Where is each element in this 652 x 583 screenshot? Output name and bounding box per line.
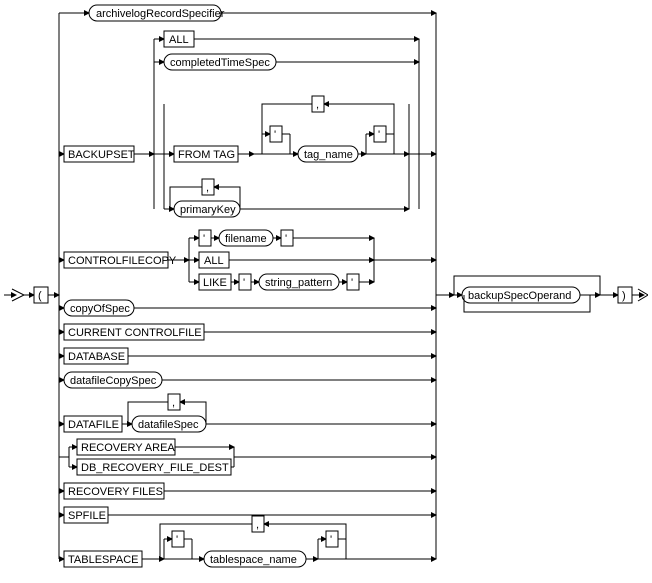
- tag_name-node[interactable]: tag_name: [304, 149, 353, 161]
- quote-5: ': [243, 277, 245, 289]
- tablespace_name-node[interactable]: tablespace_name: [210, 554, 297, 566]
- DATABASE-kw: DATABASE: [68, 351, 125, 363]
- datafileCopySpec-node[interactable]: datafileCopySpec: [70, 375, 157, 387]
- LIKE-kw: LIKE: [203, 277, 227, 289]
- comma-3: ,: [172, 397, 175, 409]
- datafileSpec-node[interactable]: datafileSpec: [138, 419, 199, 431]
- quote-2: ': [378, 129, 380, 141]
- DATAFILE-kw: DATAFILE: [68, 419, 119, 431]
- BACKUPSET-kw: BACKUPSET: [68, 149, 135, 161]
- quote-3: ': [203, 233, 205, 245]
- RECOVERY-FILES-kw: RECOVERY FILES: [68, 486, 163, 498]
- backupSpecOperand-node[interactable]: backupSpecOperand: [468, 290, 571, 302]
- copyOfSpec-node[interactable]: copyOfSpec: [70, 303, 130, 315]
- DB_RECOVERY_FILE_DEST-kw: DB_RECOVERY_FILE_DEST: [81, 462, 229, 474]
- ALL-kw-2: ALL: [204, 255, 224, 267]
- quote-4: ': [285, 233, 287, 245]
- syntax-diagram: ( archivelogRecordSpecifier BACKUPSET AL…: [4, 4, 648, 579]
- completedTimeSpec-node[interactable]: completedTimeSpec: [170, 57, 270, 69]
- FROM-TAG-kw: FROM TAG: [178, 149, 235, 161]
- ALL-kw-1: ALL: [169, 34, 189, 46]
- quote-1: ': [274, 129, 276, 141]
- open-paren: (: [38, 290, 42, 302]
- CURRENT-CONTROLFILE-kw: CURRENT CONTROLFILE: [68, 327, 202, 339]
- filename-node[interactable]: filename: [225, 233, 267, 245]
- quote-6: ': [351, 277, 353, 289]
- TABLESPACE-kw: TABLESPACE: [68, 554, 139, 566]
- archivelogRecordSpecifier-node[interactable]: archivelogRecordSpecifier: [96, 8, 225, 20]
- quote-8: ': [330, 534, 332, 546]
- SPFILE-kw: SPFILE: [68, 510, 106, 522]
- close-paren: ): [622, 290, 626, 302]
- RECOVERY-AREA-kw: RECOVERY AREA: [81, 442, 175, 454]
- CONTROLFILECOPY-kw: CONTROLFILECOPY: [68, 255, 177, 267]
- comma-1: ,: [316, 99, 319, 111]
- quote-7: ': [176, 534, 178, 546]
- comma-2: ,: [206, 182, 209, 194]
- comma-4: ,: [256, 519, 259, 531]
- string_pattern-node[interactable]: string_pattern: [265, 277, 332, 289]
- primaryKey-node[interactable]: primaryKey: [180, 204, 236, 216]
